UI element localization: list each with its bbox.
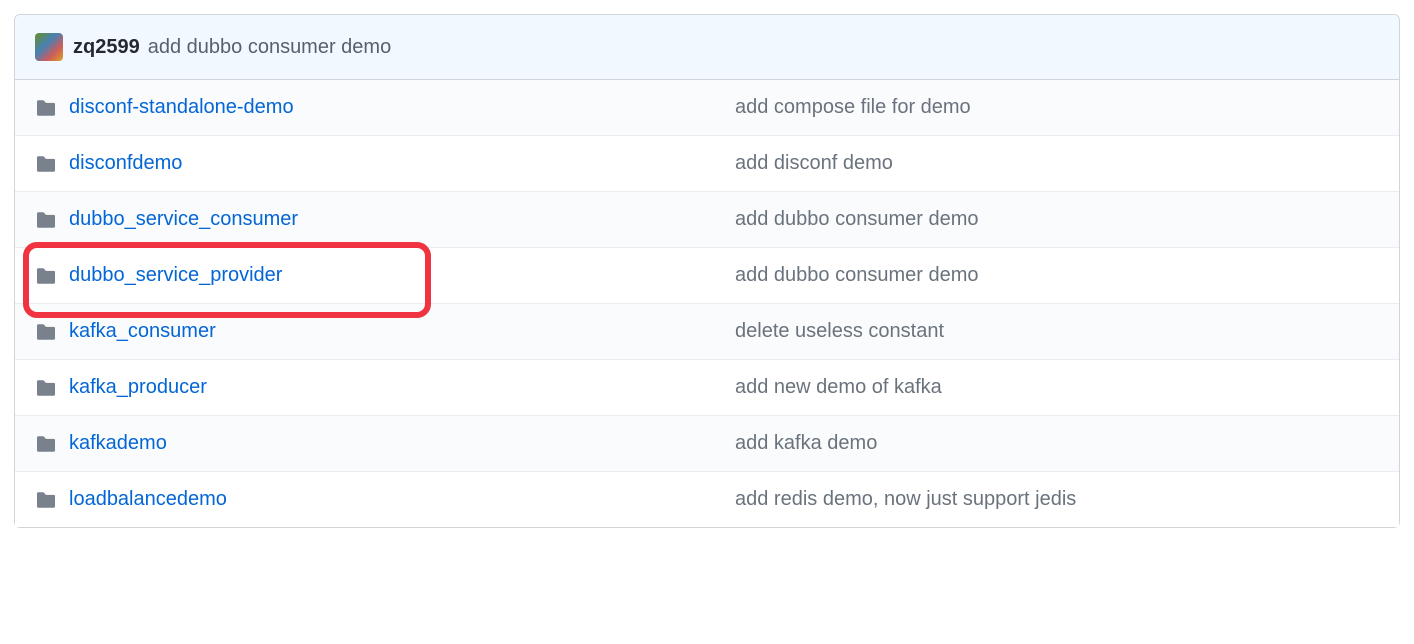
latest-commit-message[interactable]: add dubbo consumer demo [148, 36, 392, 59]
latest-commit-header: zq2599 add dubbo consumer demo [15, 15, 1399, 80]
folder-icon [35, 155, 57, 173]
folder-icon [35, 99, 57, 117]
avatar[interactable] [35, 33, 63, 61]
row-commit-message[interactable]: add new demo of kafka [735, 376, 1379, 399]
folder-icon [35, 267, 57, 285]
file-name-cell: disconf-standalone-demo [35, 96, 735, 119]
folder-link[interactable]: kafka_consumer [69, 320, 216, 343]
file-row: disconfdemo add disconf demo [15, 135, 1399, 191]
folder-link[interactable]: loadbalancedemo [69, 488, 227, 511]
row-commit-message[interactable]: add dubbo consumer demo [735, 264, 1379, 287]
file-name-cell: dubbo_service_provider [35, 264, 735, 287]
row-commit-message[interactable]: add disconf demo [735, 152, 1379, 175]
file-row: dubbo_service_provider add dubbo consumer… [15, 247, 1399, 303]
row-commit-message[interactable]: add redis demo, now just support jedis [735, 488, 1379, 511]
folder-icon [35, 435, 57, 453]
file-name-cell: kafkademo [35, 432, 735, 455]
file-row: disconf-standalone-demo add compose file … [15, 80, 1399, 135]
file-name-cell: disconfdemo [35, 152, 735, 175]
file-row: kafka_consumer delete useless constant [15, 303, 1399, 359]
folder-link[interactable]: disconfdemo [69, 152, 182, 175]
folder-icon [35, 211, 57, 229]
file-row: kafka_producer add new demo of kafka [15, 359, 1399, 415]
row-commit-message[interactable]: delete useless constant [735, 320, 1379, 343]
row-commit-message[interactable]: add compose file for demo [735, 96, 1379, 119]
file-name-cell: dubbo_service_consumer [35, 208, 735, 231]
folder-link[interactable]: dubbo_service_consumer [69, 208, 298, 231]
file-name-cell: loadbalancedemo [35, 488, 735, 511]
folder-link[interactable]: kafkademo [69, 432, 167, 455]
folder-icon [35, 379, 57, 397]
author-name[interactable]: zq2599 [73, 36, 140, 59]
folder-icon [35, 323, 57, 341]
file-row: kafkademo add kafka demo [15, 415, 1399, 471]
folder-link[interactable]: dubbo_service_provider [69, 264, 282, 287]
folder-link[interactable]: kafka_producer [69, 376, 207, 399]
file-list: zq2599 add dubbo consumer demo disconf-s… [14, 14, 1400, 528]
file-name-cell: kafka_producer [35, 376, 735, 399]
row-commit-message[interactable]: add kafka demo [735, 432, 1379, 455]
folder-link[interactable]: disconf-standalone-demo [69, 96, 294, 119]
file-name-cell: kafka_consumer [35, 320, 735, 343]
file-row: loadbalancedemo add redis demo, now just … [15, 471, 1399, 527]
row-commit-message[interactable]: add dubbo consumer demo [735, 208, 1379, 231]
file-row: dubbo_service_consumer add dubbo consumer… [15, 191, 1399, 247]
folder-icon [35, 491, 57, 509]
